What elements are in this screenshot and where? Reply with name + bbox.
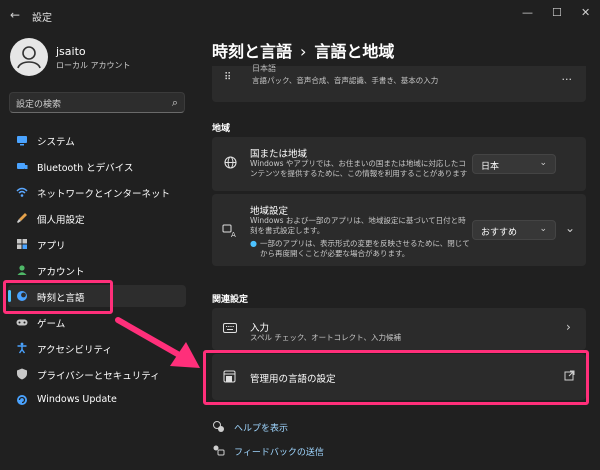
pointer-arrow <box>115 317 200 368</box>
